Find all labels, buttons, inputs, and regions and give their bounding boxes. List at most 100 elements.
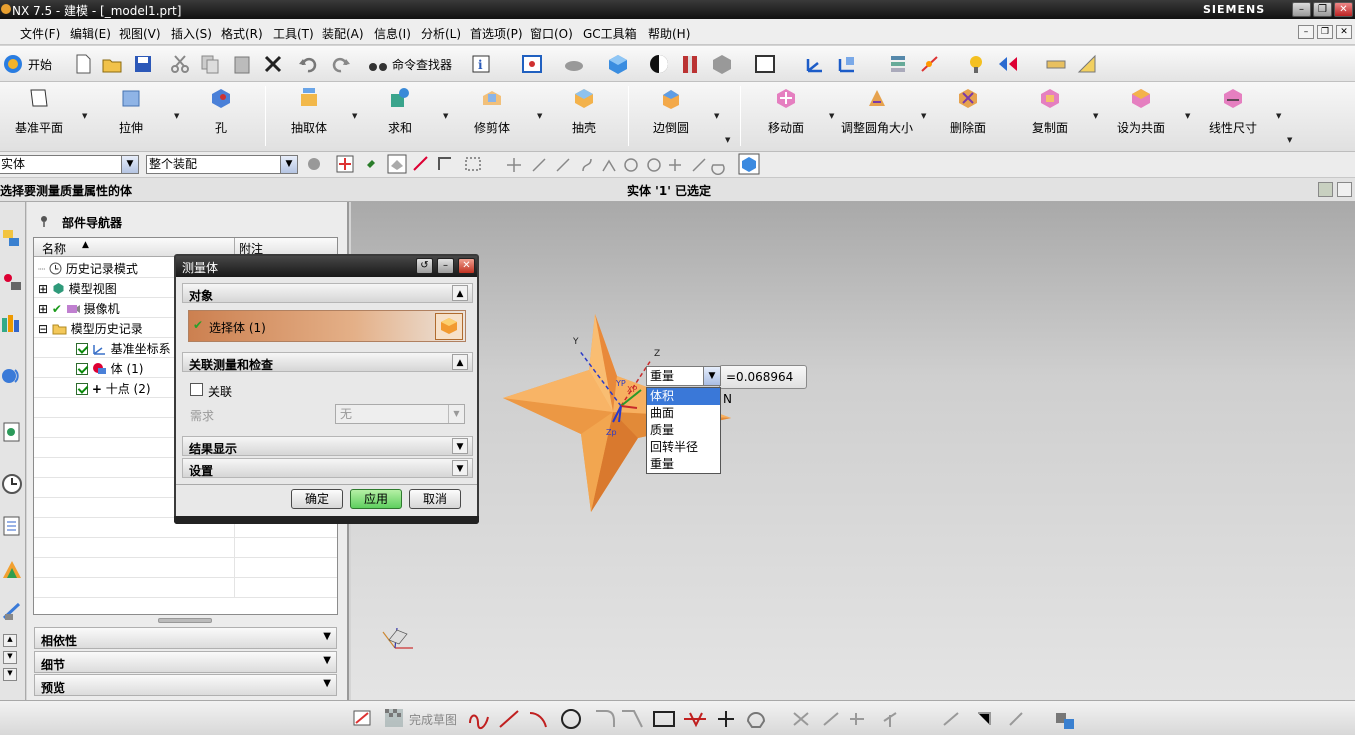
snap-toggle-icon[interactable] — [738, 153, 760, 175]
reset-icon[interactable]: ↺ — [416, 258, 433, 274]
column-name-header[interactable]: 名称 — [42, 240, 66, 257]
panel-splitter[interactable] — [158, 618, 212, 623]
hole-button[interactable]: 孔 — [198, 86, 244, 136]
start-icon[interactable] — [2, 53, 24, 75]
wcs-icon[interactable] — [804, 53, 826, 75]
link-icon[interactable] — [364, 156, 380, 172]
sketch-icon[interactable] — [352, 707, 374, 729]
doc-close-button[interactable]: ✕ — [1336, 25, 1352, 39]
menu-format[interactable]: 格式(R) — [221, 25, 263, 42]
status-icon[interactable] — [1318, 182, 1333, 197]
info-icon[interactable]: i — [470, 53, 492, 75]
save-icon[interactable] — [132, 53, 154, 75]
wcs-orient-icon[interactable] — [836, 53, 858, 75]
menu-edit[interactable]: 编辑(E) — [70, 25, 111, 42]
visibility-checkbox[interactable] — [76, 363, 88, 375]
paste-icon[interactable] — [231, 53, 253, 75]
menu-file[interactable]: 文件(F) — [20, 25, 60, 42]
close-icon[interactable]: ✕ — [458, 258, 475, 274]
datum-plane-button[interactable]: 基准平面 — [6, 86, 72, 136]
doc-restore-button[interactable]: ❐ — [1317, 25, 1333, 39]
cancel-button[interactable]: 取消 — [409, 489, 461, 509]
snap-point-icon[interactable] — [335, 154, 355, 174]
make-coplanar-button[interactable]: 设为共面 — [1112, 86, 1170, 136]
visibility-checkbox[interactable] — [76, 343, 88, 355]
part-navigator-icon[interactable] — [1, 312, 23, 336]
option-volume[interactable]: 体积 — [647, 388, 720, 405]
linear-dimension-button[interactable]: 线性尺寸 — [1204, 86, 1262, 136]
menu-insert[interactable]: 插入(S) — [171, 25, 212, 42]
body-selector-icon[interactable] — [435, 313, 463, 340]
move-face-button[interactable]: 移动面 — [760, 86, 812, 136]
ok-button[interactable]: 确定 — [291, 489, 343, 509]
graphics-window[interactable]: Y Z YP XP Zp — [351, 202, 1355, 700]
menu-window[interactable]: 窗口(O) — [530, 25, 573, 42]
minimize-button[interactable]: – — [1292, 2, 1311, 17]
dependencies-panel[interactable]: 相依性 ▼ — [34, 627, 337, 649]
command-finder-button[interactable]: 命令查找器 — [392, 56, 452, 73]
doc-minimize-button[interactable]: – — [1298, 25, 1314, 39]
constraint-navigator-icon[interactable] — [1, 270, 23, 294]
close-button[interactable]: ✕ — [1334, 2, 1353, 17]
menu-info[interactable]: 信息(I) — [374, 25, 411, 42]
pin-icon[interactable] — [38, 215, 50, 227]
select-body-icon[interactable] — [435, 154, 455, 174]
menu-tools[interactable]: 工具(T) — [273, 25, 314, 42]
select-edge-icon[interactable] — [411, 154, 431, 174]
system-materials-icon[interactable] — [1, 514, 23, 538]
menu-view[interactable]: 视图(V) — [119, 25, 161, 42]
option-surface[interactable]: 曲面 — [647, 405, 720, 422]
scope-filter-select[interactable]: 整个装配 ▼ — [146, 155, 298, 174]
copy-face-button[interactable]: 复制面 — [1024, 86, 1076, 136]
start-button[interactable]: 开始 — [28, 56, 52, 73]
expand-plus-icon[interactable]: ⊞ — [38, 302, 48, 316]
binoculars-icon[interactable] — [367, 53, 389, 75]
scroll-up-button[interactable]: ▲ — [3, 634, 17, 647]
assembly-navigator-icon[interactable] — [1, 226, 23, 250]
scroll-down-button[interactable]: ▼ — [3, 668, 17, 681]
analysis-icon[interactable] — [965, 53, 987, 75]
reuse-library-icon[interactable] — [1, 364, 23, 388]
resize-blend-button[interactable]: 调整圆角大小 — [838, 86, 916, 136]
status-expand-icon[interactable] — [1337, 182, 1352, 197]
cube-gray-icon[interactable] — [711, 53, 733, 75]
extrude-button[interactable]: 拉伸 — [104, 86, 158, 136]
preview-panel[interactable]: 预览 ▼ — [34, 674, 337, 696]
restore-button[interactable]: ❐ — [1313, 2, 1332, 17]
section-associative[interactable]: 关联测量和检查 ▲ — [182, 352, 473, 372]
type-filter-select[interactable]: 实体 ▼ — [0, 155, 139, 174]
menu-gc-toolbox[interactable]: GC工具箱 — [583, 25, 637, 42]
details-panel[interactable]: 细节 ▼ — [34, 651, 337, 673]
associative-checkbox[interactable] — [190, 383, 203, 396]
delete-icon[interactable] — [262, 53, 284, 75]
redo-icon[interactable] — [330, 53, 352, 75]
dialog-title-bar[interactable]: 测量体 ↺ – ✕ — [176, 256, 477, 277]
draft-icon[interactable] — [1076, 53, 1098, 75]
option-mass[interactable]: 质量 — [647, 422, 720, 439]
trim-body-button[interactable]: 修剪体 — [466, 86, 518, 136]
select-face-icon[interactable] — [387, 154, 407, 174]
edge-blend-button[interactable]: 边倒圆 — [645, 86, 697, 136]
option-radius-of-gyration[interactable]: 回转半径 — [647, 439, 720, 456]
option-weight[interactable]: 重量 — [647, 456, 720, 473]
background-icon[interactable] — [648, 53, 670, 75]
web-browser-icon[interactable] — [1, 420, 23, 444]
assembly-filter-icon[interactable] — [304, 154, 324, 174]
scroll-mid-button[interactable]: ▼ — [3, 651, 17, 664]
menu-preferences[interactable]: 首选项(P) — [470, 25, 523, 42]
menu-analysis[interactable]: 分析(L) — [421, 25, 461, 42]
delete-face-button[interactable]: 删除面 — [942, 86, 994, 136]
white-rect-icon[interactable] — [754, 53, 776, 75]
expand-plus-icon[interactable]: ⊞ — [38, 282, 48, 296]
section-results[interactable]: 结果显示 ▼ — [182, 436, 473, 456]
check-icon[interactable] — [997, 53, 1019, 75]
shaded-cube-icon[interactable] — [607, 53, 629, 75]
collapse-dialog-icon[interactable]: – — [437, 258, 454, 274]
extract-body-button[interactable]: 抽取体 — [283, 86, 335, 136]
section-object[interactable]: 对象 ▲ — [182, 283, 473, 303]
layer-icon[interactable] — [887, 53, 909, 75]
finish-sketch-icon[interactable] — [383, 707, 405, 729]
unite-button[interactable]: 求和 — [377, 86, 423, 136]
rectangle-select-icon[interactable] — [463, 154, 483, 174]
cut-icon[interactable] — [169, 53, 191, 75]
